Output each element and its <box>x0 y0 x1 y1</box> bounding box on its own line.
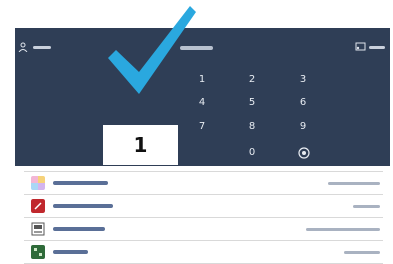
user-icon <box>18 42 28 52</box>
top-left-label <box>33 45 51 49</box>
printer-app-icon <box>31 222 45 236</box>
row-value <box>306 227 380 231</box>
row-title <box>53 250 88 254</box>
row-value <box>344 250 380 254</box>
key-1[interactable]: 1 <box>194 73 210 87</box>
list-item[interactable] <box>24 241 383 264</box>
key-2[interactable]: 2 <box>244 73 260 87</box>
key-5[interactable]: 5 <box>244 96 260 110</box>
key-6[interactable]: 6 <box>295 96 311 110</box>
key-3[interactable]: 3 <box>295 73 311 87</box>
key-0[interactable]: 0 <box>244 146 260 160</box>
top-left-status <box>18 42 51 52</box>
row-value <box>353 204 380 208</box>
colorful-app-icon <box>31 176 45 190</box>
list-item[interactable] <box>24 195 383 218</box>
top-right-status[interactable] <box>355 42 385 52</box>
list-item[interactable] <box>24 218 383 241</box>
key-8[interactable]: 8 <box>244 120 260 134</box>
key-7[interactable]: 7 <box>194 120 210 134</box>
pin-digit: 1 <box>133 133 148 157</box>
app-list <box>24 171 383 264</box>
key-4[interactable]: 4 <box>194 96 210 110</box>
cast-icon <box>355 42 366 51</box>
row-title <box>53 204 113 208</box>
red-app-icon <box>31 199 45 213</box>
radio-confirm-icon[interactable] <box>296 145 312 161</box>
row-value <box>328 181 380 185</box>
pin-display: 1 <box>103 125 178 165</box>
row-title <box>53 227 105 231</box>
row-title <box>53 181 108 185</box>
list-item[interactable] <box>24 172 383 195</box>
top-right-label <box>369 45 385 49</box>
key-9[interactable]: 9 <box>295 120 311 134</box>
checkmark-icon <box>108 6 196 94</box>
green-app-icon <box>31 245 45 259</box>
